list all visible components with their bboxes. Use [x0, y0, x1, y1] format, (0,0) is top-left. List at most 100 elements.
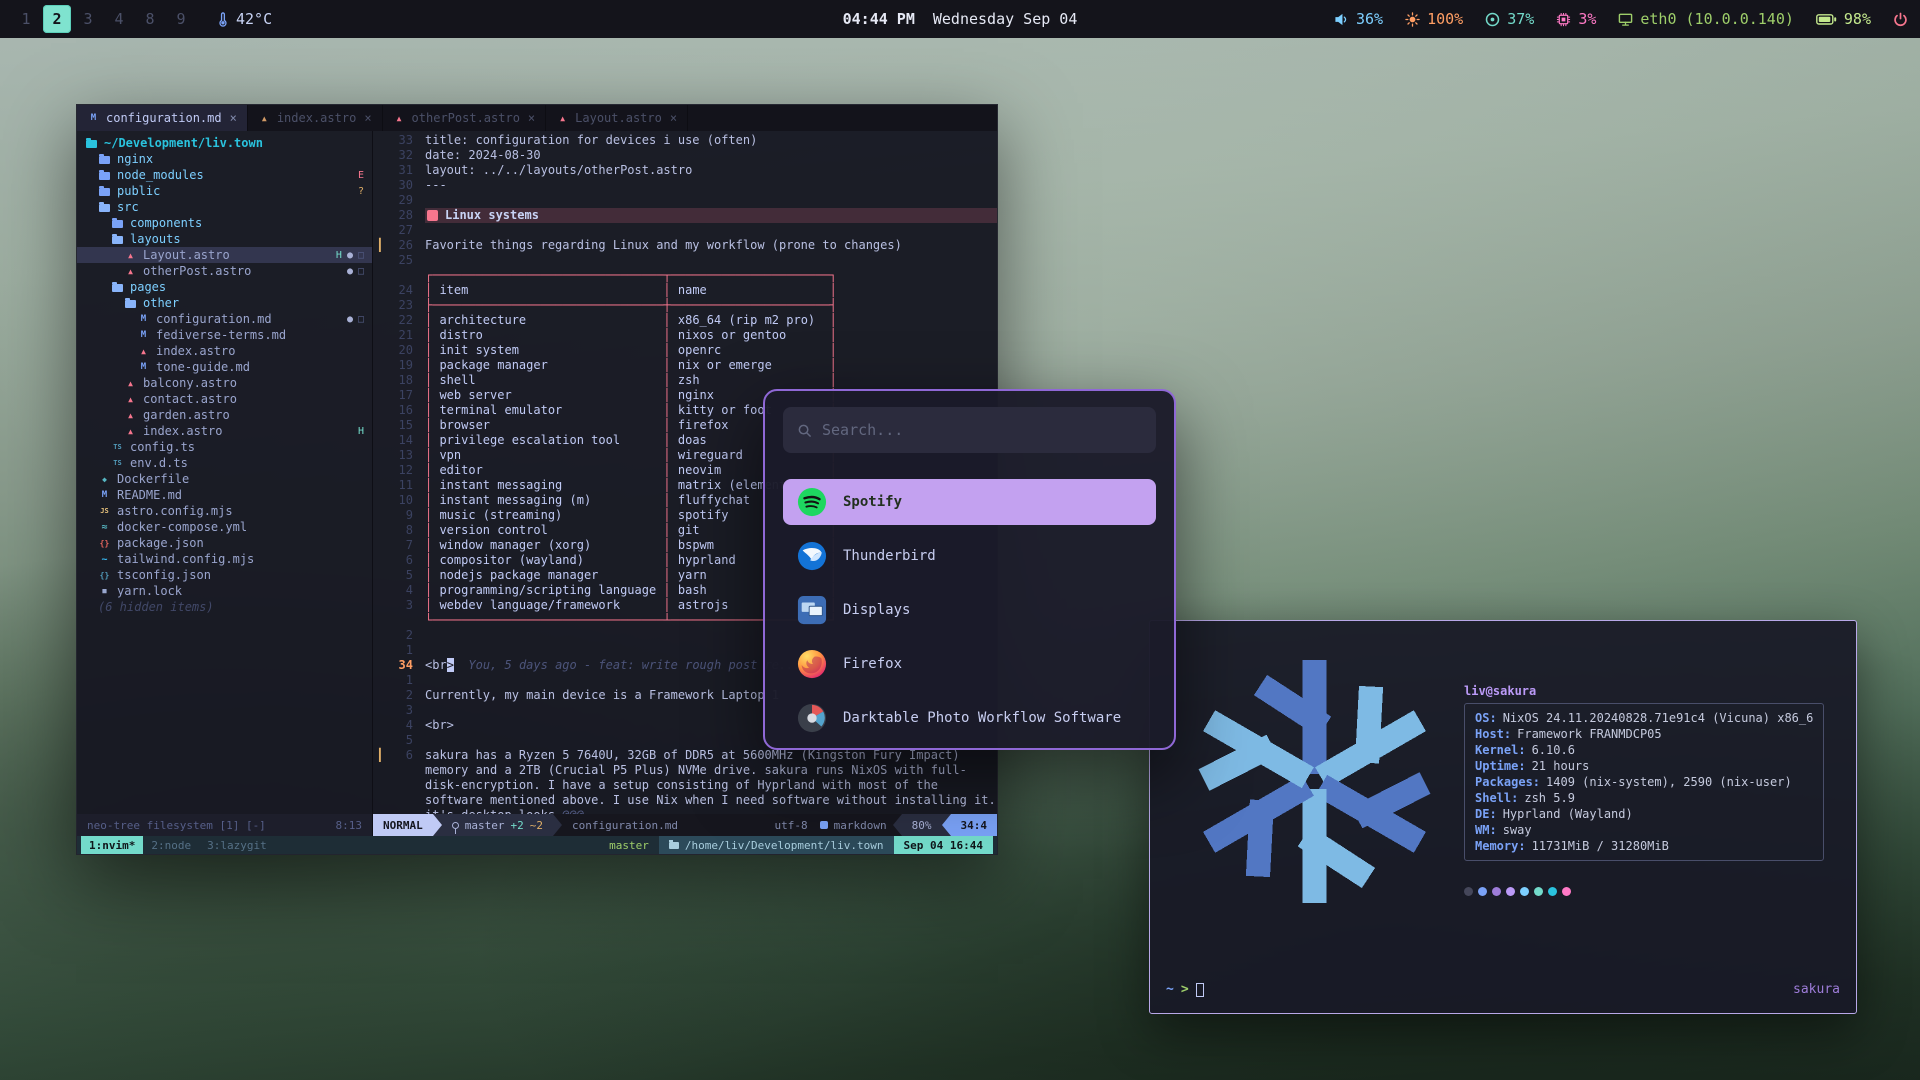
- search-input[interactable]: [822, 421, 1142, 439]
- search-box[interactable]: [783, 407, 1156, 453]
- tree-item[interactable]: fediverse-terms.md: [77, 327, 372, 343]
- tmux-window[interactable]: 3:lazygit: [199, 836, 275, 854]
- editor-line: 29: [379, 193, 997, 208]
- heading-text: Linux systems: [445, 208, 539, 223]
- launcher-item[interactable]: Displays: [783, 587, 1156, 633]
- workspace-button[interactable]: 4: [105, 5, 133, 33]
- tree-item[interactable]: ~/Development/liv.town: [77, 135, 372, 151]
- astro-icon: [124, 377, 137, 389]
- tree-item[interactable]: Dockerfile: [77, 471, 372, 487]
- table-cell: nixos or gentoo: [671, 328, 830, 342]
- tmux-window[interactable]: 1:nvim*: [81, 836, 143, 854]
- editor-line: 20│ init system │ openrc │: [379, 343, 997, 358]
- tmux-window[interactable]: 2:node: [143, 836, 199, 854]
- editor-tab[interactable]: index.astro×: [248, 105, 383, 131]
- tree-item[interactable]: index.astro: [77, 343, 372, 359]
- line-number: 33: [387, 133, 413, 148]
- tree-item[interactable]: src: [77, 199, 372, 215]
- line-content: ---: [425, 178, 447, 193]
- tree-item[interactable]: configuration.md●□: [77, 311, 372, 327]
- tree-item[interactable]: index.astroH: [77, 423, 372, 439]
- workspace-button[interactable]: 8: [136, 5, 164, 33]
- line-content: │ distro │ nixos or gentoo │: [425, 328, 837, 343]
- workspace-button[interactable]: 3: [74, 5, 102, 33]
- tree-item[interactable]: Layout.astroH●□: [77, 247, 372, 263]
- workspace-button[interactable]: 1: [12, 5, 40, 33]
- tree-item[interactable]: other: [77, 295, 372, 311]
- launcher-item-label: Darktable Photo Workflow Software: [843, 710, 1121, 726]
- launcher-item[interactable]: Firefox: [783, 641, 1156, 687]
- tree-item[interactable]: otherPost.astro●□: [77, 263, 372, 279]
- tree-item[interactable]: (6 hidden items): [77, 599, 372, 615]
- tree-item[interactable]: tone-guide.md: [77, 359, 372, 375]
- tree-item[interactable]: package.json: [77, 535, 372, 551]
- tree-item[interactable]: tailwind.config.mjs: [77, 551, 372, 567]
- table-border: │: [663, 343, 670, 357]
- workspace-button[interactable]: 9: [167, 5, 195, 33]
- tree-item[interactable]: pages: [77, 279, 372, 295]
- launcher-item[interactable]: Thunderbird: [783, 533, 1156, 579]
- launcher-results: Spotify Thunderbird Displays Firefox Darktab…: [783, 479, 1156, 741]
- table-cell: privilege escalation tool: [432, 433, 663, 447]
- workspace-button[interactable]: 2: [43, 5, 71, 33]
- tab-close-button[interactable]: ×: [528, 111, 535, 125]
- tree-item[interactable]: node_modulesE: [77, 167, 372, 183]
- table-border: │: [663, 433, 670, 447]
- power-icon[interactable]: [1893, 12, 1908, 27]
- file-tree[interactable]: ~/Development/liv.townnginxnode_modulesE…: [77, 131, 373, 814]
- temperature-module: 42°C: [215, 10, 272, 28]
- tree-item[interactable]: public?: [77, 183, 372, 199]
- tree-item[interactable]: contact.astro: [77, 391, 372, 407]
- tree-item[interactable]: components: [77, 215, 372, 231]
- line-content: Favorite things regarding Linux and my w…: [425, 238, 902, 253]
- tree-item[interactable]: README.md: [77, 487, 372, 503]
- app-launcher: Spotify Thunderbird Displays Firefox Darktab…: [763, 389, 1176, 750]
- fetch-info-label: Host:: [1475, 726, 1511, 742]
- line-content: date: 2024-08-30: [425, 148, 541, 163]
- table-cell: instant messaging: [432, 478, 663, 492]
- tree-item[interactable]: garden.astro: [77, 407, 372, 423]
- line-content: ┌────────────────────────────────┬──────…: [425, 268, 837, 283]
- shell-prompt[interactable]: ~ >: [1166, 982, 1204, 997]
- editor-tab[interactable]: configuration.md×: [77, 105, 248, 131]
- launcher-item[interactable]: Spotify: [783, 479, 1156, 525]
- tree-item[interactable]: layouts: [77, 231, 372, 247]
- tree-item[interactable]: astro.config.mjs: [77, 503, 372, 519]
- folder-open-icon: [125, 300, 136, 308]
- fetch-info-row: Shell:zsh 5.9: [1475, 790, 1813, 806]
- tree-item[interactable]: balcony.astro: [77, 375, 372, 391]
- tree-item-label: components: [130, 216, 202, 230]
- launcher-item[interactable]: Darktable Photo Workflow Software: [783, 695, 1156, 741]
- tab-close-button[interactable]: ×: [230, 111, 237, 125]
- table-border: │: [830, 358, 837, 372]
- tree-item[interactable]: docker-compose.yml: [77, 519, 372, 535]
- tab-close-button[interactable]: ×: [670, 111, 677, 125]
- fetch-info-value: NixOS 24.11.20240828.71e91c4 (Vicuna) x8…: [1503, 710, 1814, 726]
- folder-icon: [99, 172, 110, 180]
- table-border: │: [663, 598, 670, 612]
- palette-dot: [1534, 887, 1543, 896]
- git-blame-text: You, 5 days ago - feat: write rough post…: [454, 658, 801, 672]
- status-module-power[interactable]: [1893, 12, 1908, 27]
- editor-tab[interactable]: otherPost.astro×: [383, 105, 547, 131]
- tree-item[interactable]: env.d.ts: [77, 455, 372, 471]
- folder-icon: [99, 188, 110, 196]
- tree-item-badge: H: [358, 426, 364, 437]
- line-content: │ shell │ zsh │: [425, 373, 837, 388]
- color-palette: [1464, 887, 1842, 896]
- tree-item[interactable]: tsconfig.json: [77, 567, 372, 583]
- tree-item[interactable]: nginx: [77, 151, 372, 167]
- tree-item[interactable]: yarn.lock: [77, 583, 372, 599]
- editor-tab[interactable]: Layout.astro×: [546, 105, 688, 131]
- tree-item[interactable]: config.ts: [77, 439, 372, 455]
- table-border: │: [663, 523, 670, 537]
- brightness-value: 100%: [1427, 10, 1463, 28]
- line-content: layout: ../../layouts/otherPost.astro: [425, 163, 692, 178]
- folder-open-icon: [112, 284, 123, 292]
- tab-close-button[interactable]: ×: [364, 111, 371, 125]
- line-number: 15: [387, 418, 413, 433]
- table-border: ├────────────────────────────────┼──────…: [425, 298, 837, 312]
- cursor-line-text: <br: [425, 658, 447, 672]
- status-module-disk: 37%: [1485, 10, 1534, 28]
- table-border: ┌────────────────────────────────┬──────…: [425, 268, 837, 282]
